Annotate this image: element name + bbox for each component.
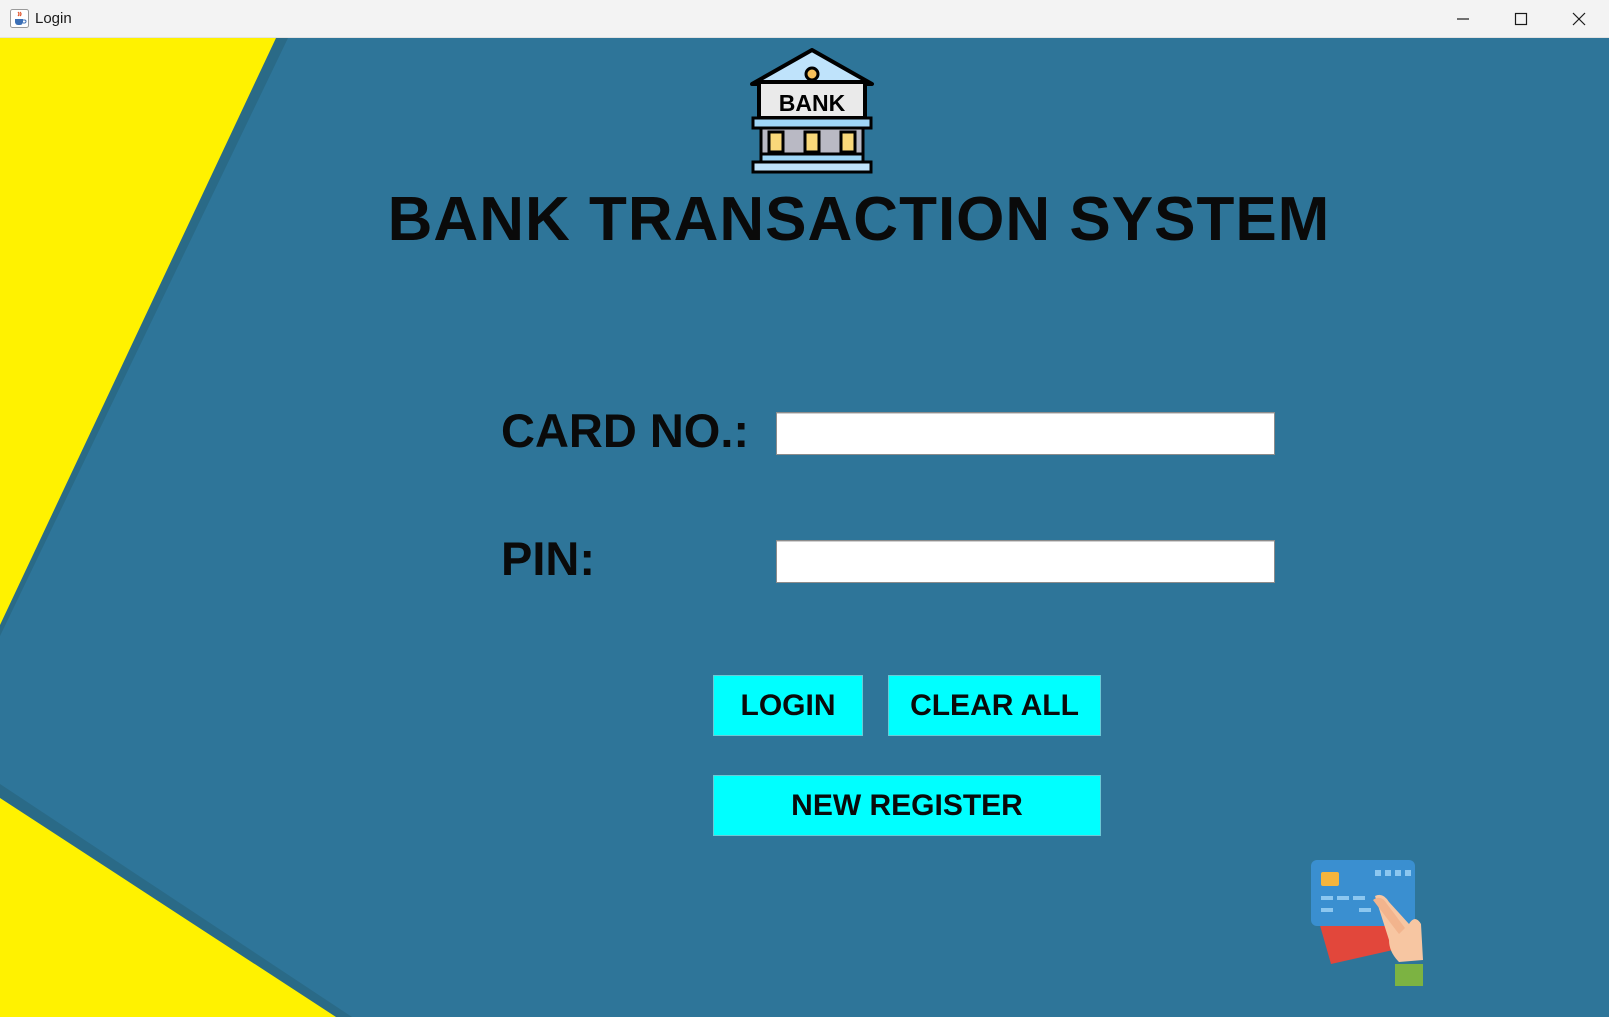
- title-bar[interactable]: Login: [0, 0, 1609, 38]
- bank-logo-text: BANK: [779, 90, 846, 116]
- bank-building-icon: BANK: [747, 48, 877, 176]
- login-button[interactable]: LOGIN: [713, 675, 863, 736]
- card-number-label: CARD NO.:: [501, 404, 750, 457]
- credit-card-hand-icon: [1311, 860, 1439, 988]
- card-number-input[interactable]: [776, 412, 1275, 455]
- java-cup-icon: [10, 9, 29, 28]
- page-title: BANK TRANSACTION SYSTEM: [387, 185, 1331, 254]
- maximize-button[interactable]: [1492, 0, 1550, 37]
- maximize-icon: [1514, 12, 1528, 26]
- close-button[interactable]: [1550, 0, 1608, 37]
- new-register-button[interactable]: NEW REGISTER: [713, 775, 1101, 836]
- pin-label: PIN:: [501, 532, 595, 585]
- login-panel: BANK BANK TRANSACTION SYSTEM CARD NO.: P…: [0, 38, 1609, 1017]
- clear-all-button[interactable]: CLEAR ALL: [888, 675, 1101, 736]
- minimize-button[interactable]: [1434, 0, 1492, 37]
- window-title: Login: [35, 10, 72, 27]
- login-window: Login BANK BANK TRANSACTION SYSTEM CARD …: [0, 0, 1609, 1017]
- minimize-icon: [1457, 18, 1469, 20]
- pin-input[interactable]: [776, 540, 1275, 583]
- close-icon: [1572, 12, 1586, 26]
